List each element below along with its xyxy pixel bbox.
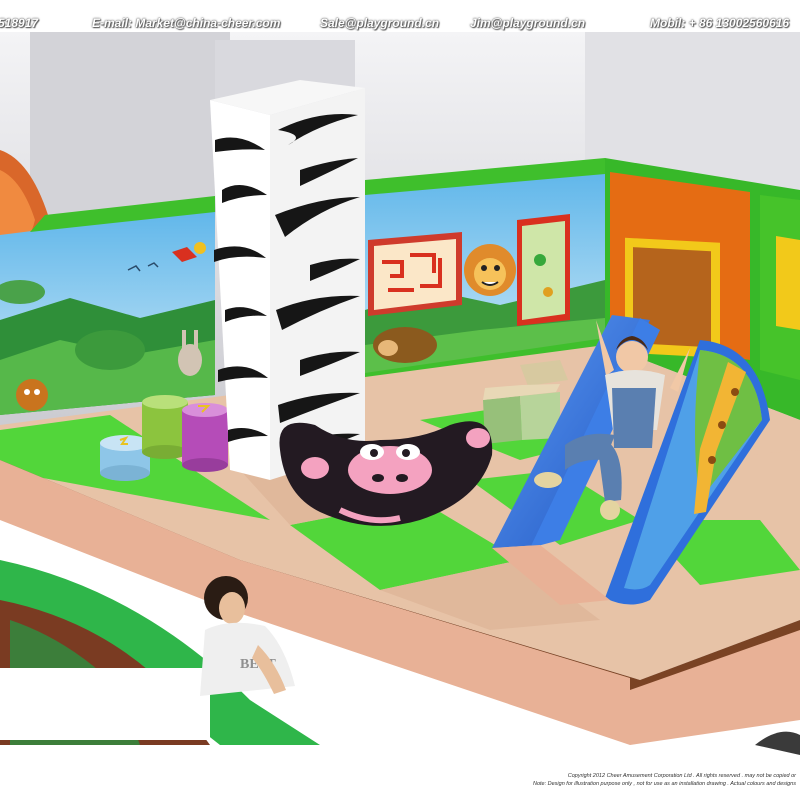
sale-email: Sale@playground.cn — [320, 16, 440, 30]
copyright-notice: Copyright 2012 Cheer Amusement Corporati… — [480, 772, 796, 788]
copyright-line: Copyright 2012 Cheer Amusement Corporati… — [567, 773, 796, 779]
left-wall-mural — [0, 208, 215, 415]
maze-panel-icon — [368, 232, 462, 316]
market-email: E-mail: Market@china-cheer.com — [92, 16, 281, 30]
lion-cub-icon — [16, 379, 48, 411]
maze-game-board-icon — [517, 214, 570, 326]
dark-object-corner — [755, 731, 800, 755]
playground-scene: BEST — [0, 30, 800, 755]
cylinder-stool-green — [142, 395, 188, 459]
contact-bar: 518917 E-mail: Market@china-cheer.com Sa… — [0, 0, 800, 32]
hedgehog-icon — [373, 327, 437, 363]
playground-rendering: 518917 E-mail: Market@china-cheer.com Sa… — [0, 0, 800, 800]
lion-icon — [464, 244, 516, 296]
phone-number-tail: 518917 — [0, 16, 39, 30]
mobile-number: Mobil: + 86 13002560616 — [650, 16, 790, 30]
cylinder-stool-purple — [182, 403, 228, 472]
disclaimer-line: Note: Design for illustration purpose on… — [532, 781, 796, 787]
zebra-print-pillar — [210, 40, 365, 480]
jim-email: Jim@playground.cn — [470, 16, 586, 30]
